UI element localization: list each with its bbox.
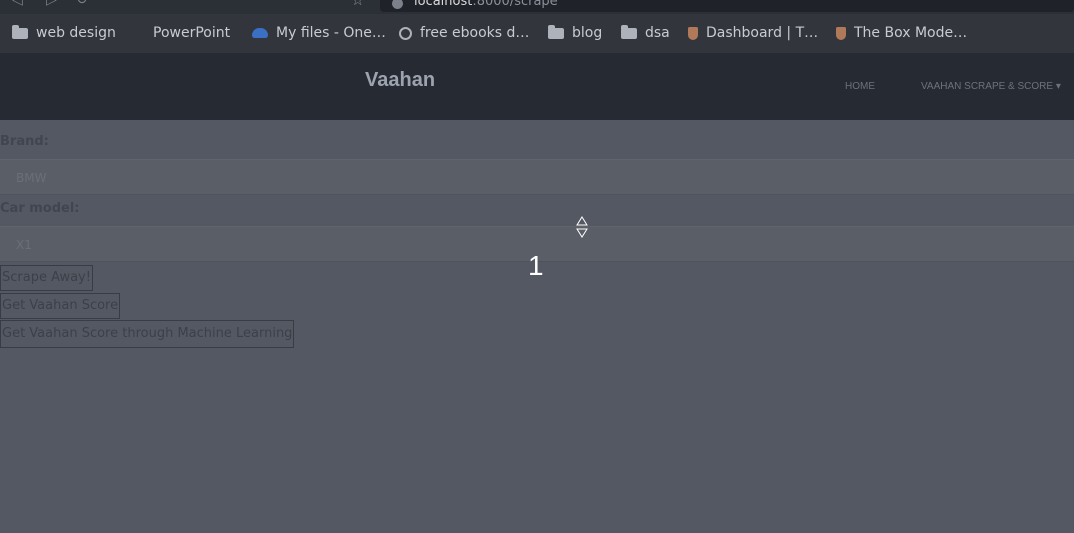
bookmark-dashboard[interactable]: Dashboard | T… (688, 25, 818, 41)
onedrive-cloud-icon (252, 28, 268, 38)
folder-icon (12, 24, 28, 39)
bookmark-label: blog (572, 25, 603, 41)
bookmark-free-ebooks[interactable]: free ebooks d… (399, 25, 529, 41)
bookmark-blog[interactable]: blog (548, 24, 603, 41)
bookmark-label: My files - One… (276, 25, 386, 41)
bookmark-box-model[interactable]: The Box Mode… (836, 25, 967, 41)
back-icon[interactable]: ◁ (12, 0, 23, 8)
forward-icon[interactable]: ▷ (46, 0, 57, 8)
brand-label: Brand: (0, 134, 49, 149)
bookmark-label: dsa (645, 25, 670, 41)
reload-icon[interactable]: ↻ (76, 0, 88, 8)
url-text: localhost:8000/scrape (414, 0, 558, 9)
site-brand[interactable]: Vaahan (365, 69, 435, 92)
folder-icon (621, 24, 637, 39)
bookmark-star-icon[interactable]: ☆ (351, 0, 364, 9)
bookmark-web-design[interactable]: web design (12, 24, 116, 41)
loading-counter: 1 (528, 250, 544, 281)
brand-input-value: BMW (16, 171, 47, 185)
nav-home[interactable]: HOME (845, 81, 875, 92)
site-info-icon[interactable] (392, 0, 403, 9)
brand-input[interactable]: BMW (0, 159, 1074, 195)
bookmark-label: PowerPoint (153, 25, 231, 41)
powerpoint-icon (131, 26, 145, 40)
car-model-label: Car model: (0, 201, 80, 216)
number-spinner-icon[interactable] (576, 216, 588, 238)
get-vaahan-score-button[interactable]: Get Vaahan Score (0, 293, 121, 319)
car-model-input-value: X1 (16, 238, 32, 252)
bookmark-dsa[interactable]: dsa (621, 24, 670, 41)
bookmark-label: Dashboard | T… (706, 25, 819, 41)
main-content: Brand: BMW Car model: X1 Scrape Away! Ge… (0, 120, 1074, 533)
bookmark-label: web design (36, 25, 116, 41)
scrape-away-button[interactable]: Scrape Away! (0, 265, 93, 291)
bookmark-powerpoint[interactable]: PowerPoint (131, 25, 230, 41)
bookmarks-bar: web design PowerPoint My files - One… fr… (0, 14, 1074, 53)
shield-icon (836, 26, 846, 40)
site-header: Vaahan HOME VAAHAN SCRAPE & SCORE ▾ (0, 53, 1074, 120)
address-bar[interactable]: localhost:8000/scrape (380, 0, 1074, 12)
nav-scrape-score-dropdown[interactable]: VAAHAN SCRAPE & SCORE ▾ (921, 81, 1061, 92)
browser-toolbar: ◁ ▷ ↻ ☆ localhost:8000/scrape (0, 0, 1074, 14)
shield-icon (688, 26, 698, 40)
bookmark-label: The Box Mode… (854, 25, 968, 41)
globe-icon (399, 26, 412, 40)
bookmark-label: free ebooks d… (420, 25, 530, 41)
get-ml-score-button[interactable]: Get Vaahan Score through Machine Learnin… (0, 320, 295, 348)
bookmark-my-files[interactable]: My files - One… (252, 25, 386, 41)
folder-icon (548, 24, 564, 39)
